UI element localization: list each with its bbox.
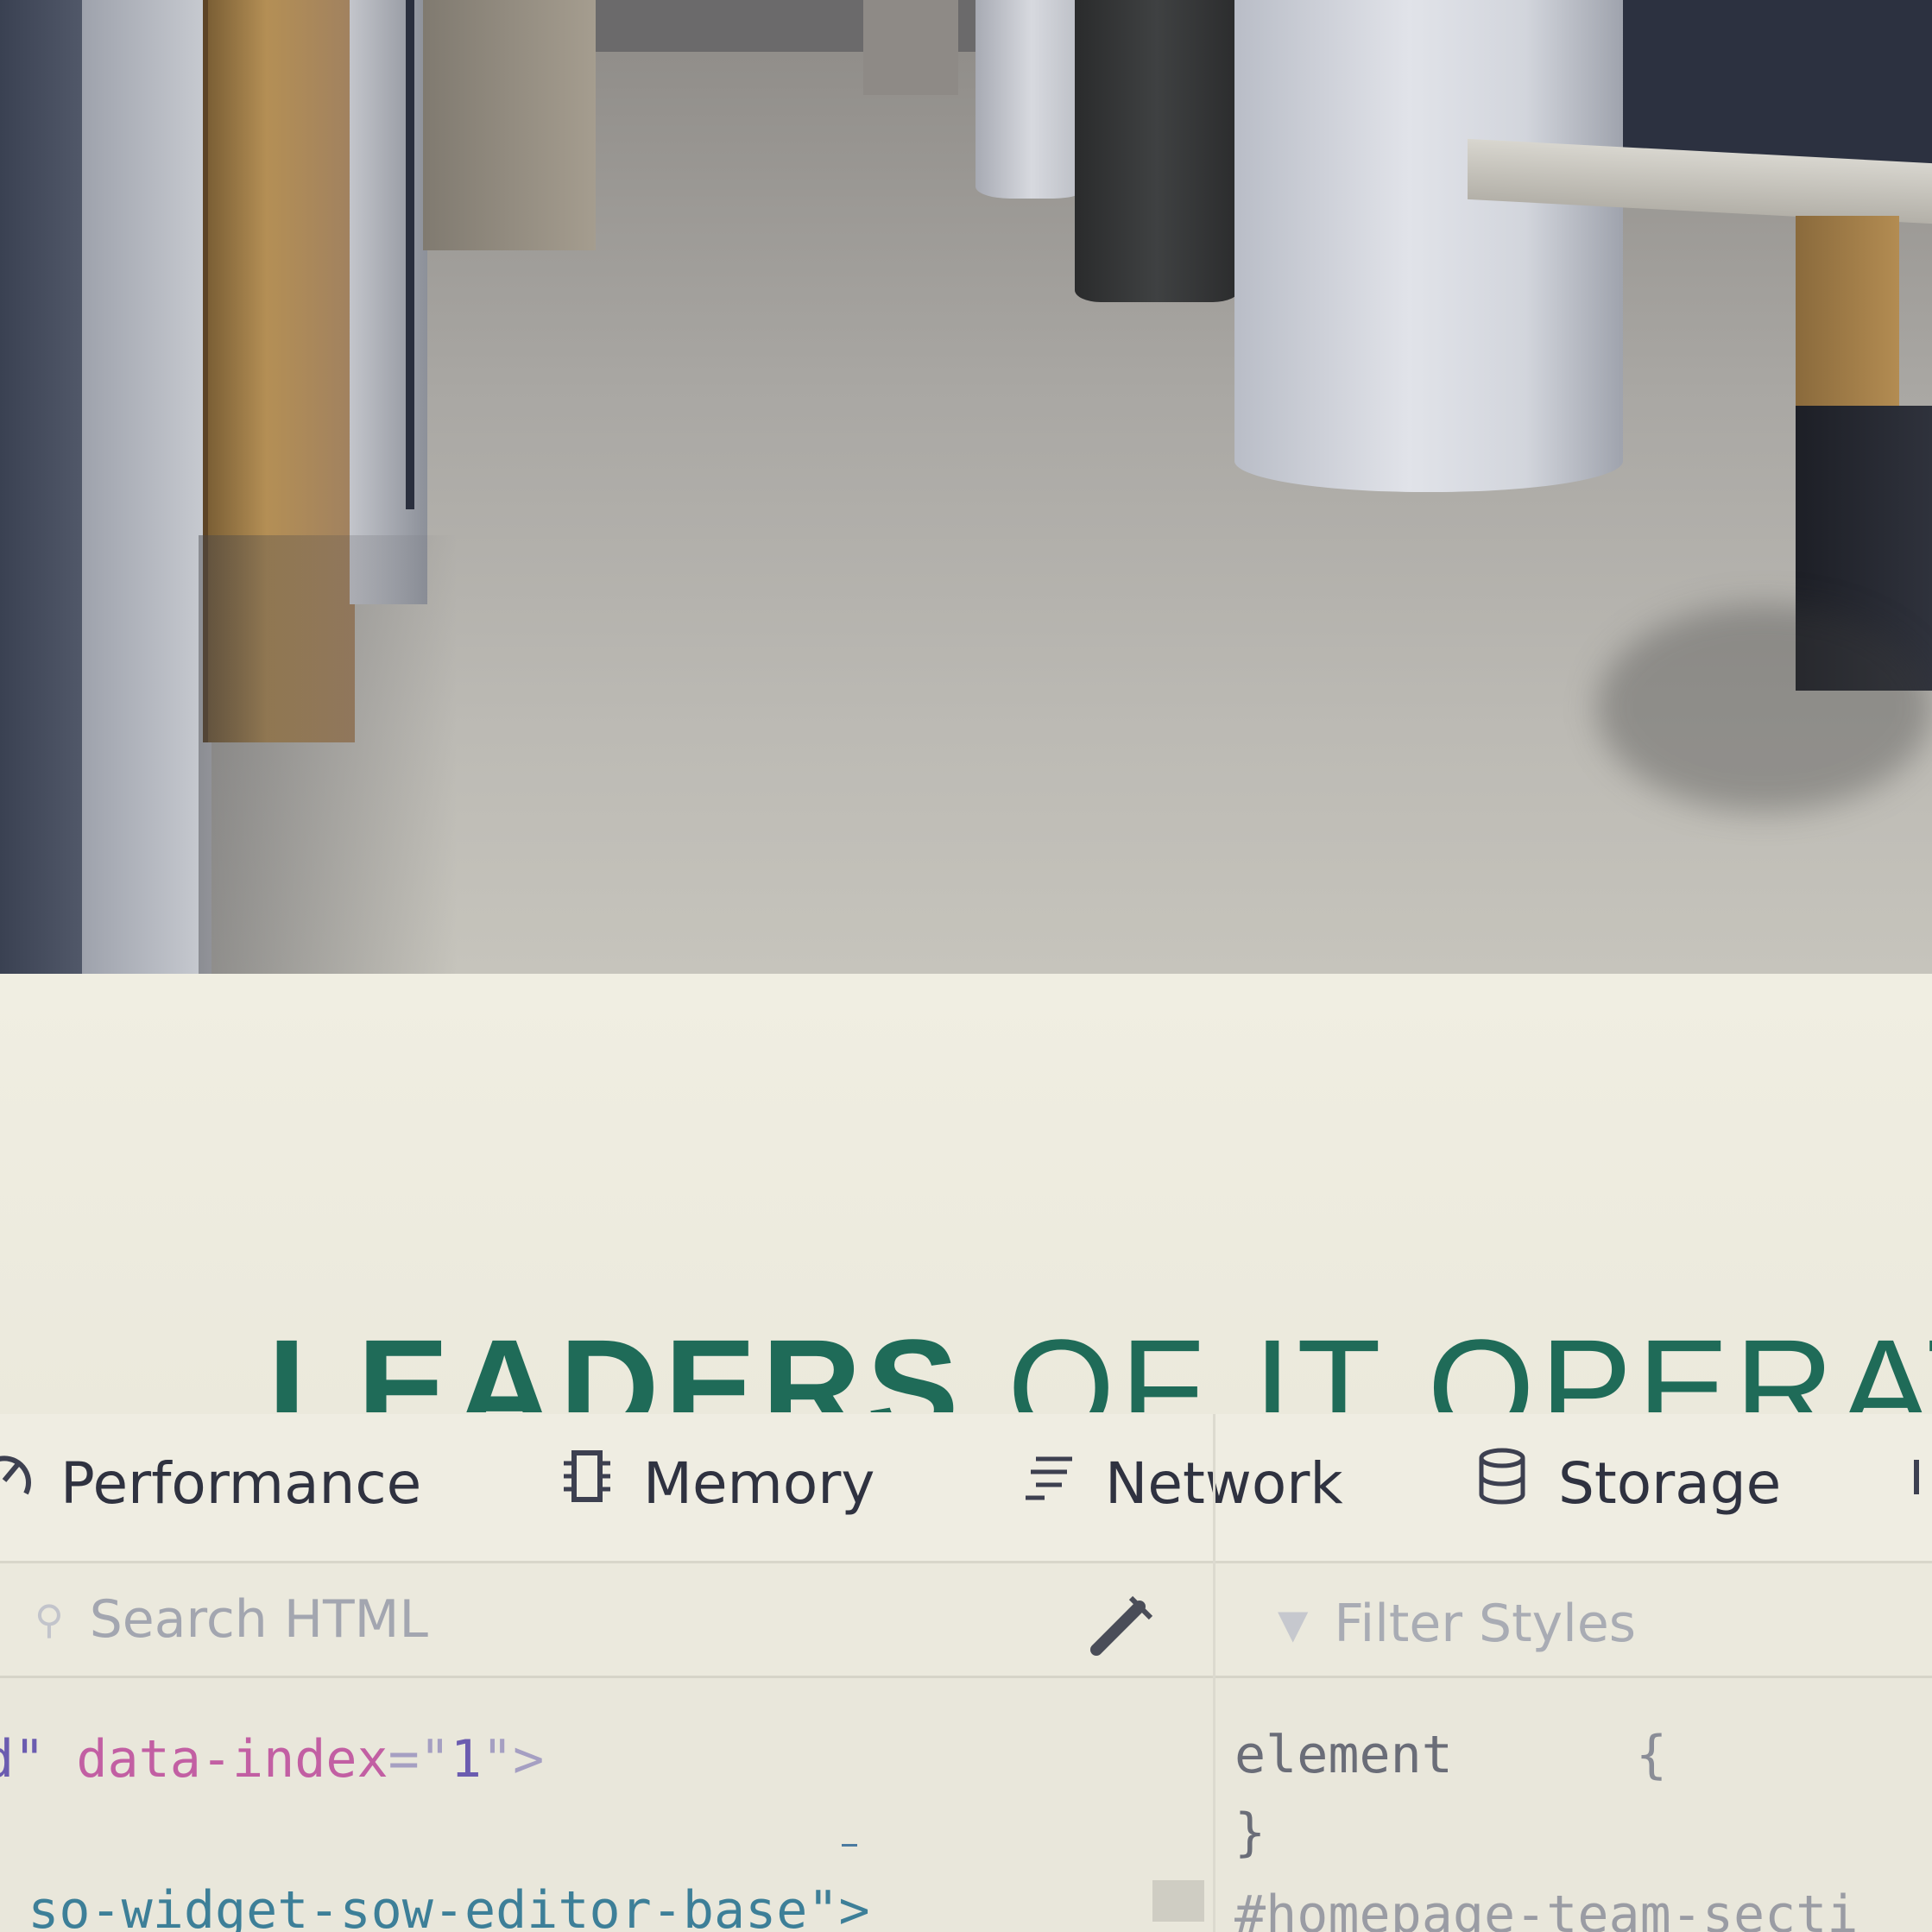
memory-icon bbox=[557, 1446, 617, 1520]
markup-attr-name: data-index bbox=[76, 1729, 388, 1790]
tab-storage[interactable]: Storage bbox=[1472, 1440, 1781, 1526]
overflow-icon bbox=[1904, 1450, 1929, 1517]
rule-brace-open: { bbox=[1636, 1725, 1668, 1785]
markup-attr-end: "> bbox=[481, 1729, 545, 1790]
pane-splitter[interactable] bbox=[1213, 1414, 1215, 1932]
rule-selector-next: #homepage-team-secti bbox=[1234, 1885, 1859, 1932]
headline-light: OF IT OPERATI bbox=[1007, 1310, 1932, 1413]
eyedropper-icon[interactable] bbox=[1083, 1585, 1161, 1663]
photo-cabinet bbox=[863, 0, 958, 95]
devtools-panel: Performance Memory Network Storage ⚲ Sea… bbox=[0, 1414, 1932, 1932]
filter-styles-input[interactable]: ▼ Filter Styles bbox=[1278, 1585, 1916, 1663]
rule-toggle-checkbox[interactable] bbox=[1152, 1880, 1204, 1922]
tab-performance[interactable]: Performance bbox=[0, 1440, 421, 1526]
markup-line-class[interactable]: r so-widget-sow-editor-base"> bbox=[0, 1885, 869, 1932]
markup-attr-eq: =" bbox=[388, 1729, 451, 1790]
section-headline: LEADERS OF IT OPERATI bbox=[268, 1319, 1932, 1413]
divider-mark bbox=[842, 1844, 857, 1847]
devtools-tabbar: Performance Memory Network Storage bbox=[0, 1414, 1932, 1563]
photo-shadow bbox=[1597, 604, 1932, 811]
photo-desk-area bbox=[1623, 0, 1932, 164]
tab-network[interactable]: Network bbox=[1019, 1440, 1343, 1526]
inspector-toolbar: ⚲ Search HTML ▼ Filter Styles bbox=[0, 1563, 1932, 1847]
hero-photo bbox=[0, 0, 1932, 974]
performance-icon bbox=[0, 1446, 35, 1520]
headline-bold: LEADERS bbox=[268, 1310, 964, 1413]
filter-icon: ▼ bbox=[1278, 1601, 1309, 1647]
storage-icon bbox=[1472, 1446, 1532, 1520]
tab-storage-label: Storage bbox=[1558, 1449, 1782, 1517]
search-html-placeholder: Search HTML bbox=[89, 1589, 428, 1650]
markup-line-data-index[interactable]: d" data-index="1"> bbox=[0, 1733, 544, 1785]
filter-styles-placeholder: Filter Styles bbox=[1334, 1594, 1637, 1654]
photo-wall-panel bbox=[82, 0, 212, 974]
headline-clip: LEADERS OF IT OPERATI bbox=[0, 974, 1932, 1413]
rule-brace-close: } bbox=[1234, 1803, 1266, 1863]
tab-more-icon[interactable] bbox=[1904, 1440, 1929, 1526]
photo-floor-shade bbox=[199, 535, 458, 974]
photo-corridor-wall bbox=[423, 0, 596, 250]
tab-network-label: Network bbox=[1105, 1449, 1343, 1517]
photo-pillar-large bbox=[1234, 0, 1623, 492]
markup-attr-value: 1 bbox=[450, 1729, 482, 1790]
network-icon bbox=[1019, 1446, 1079, 1520]
photo-pillar-small bbox=[975, 0, 1088, 199]
tab-memory[interactable]: Memory bbox=[557, 1440, 874, 1526]
page-section: LEADERS OF IT OPERATI bbox=[0, 974, 1932, 1414]
photo-plant bbox=[1075, 0, 1239, 302]
photo-door-edge bbox=[406, 0, 414, 509]
markup-prefix: d" bbox=[0, 1729, 46, 1790]
tab-memory-label: Memory bbox=[643, 1449, 875, 1517]
tab-performance-label: Performance bbox=[60, 1449, 422, 1517]
search-icon: ⚲ bbox=[35, 1596, 64, 1643]
rule-selector: element bbox=[1234, 1725, 1453, 1785]
photo-wall-left bbox=[0, 0, 86, 974]
search-html-input[interactable]: ⚲ Search HTML bbox=[35, 1581, 1070, 1658]
photo-door-frame bbox=[350, 0, 427, 604]
